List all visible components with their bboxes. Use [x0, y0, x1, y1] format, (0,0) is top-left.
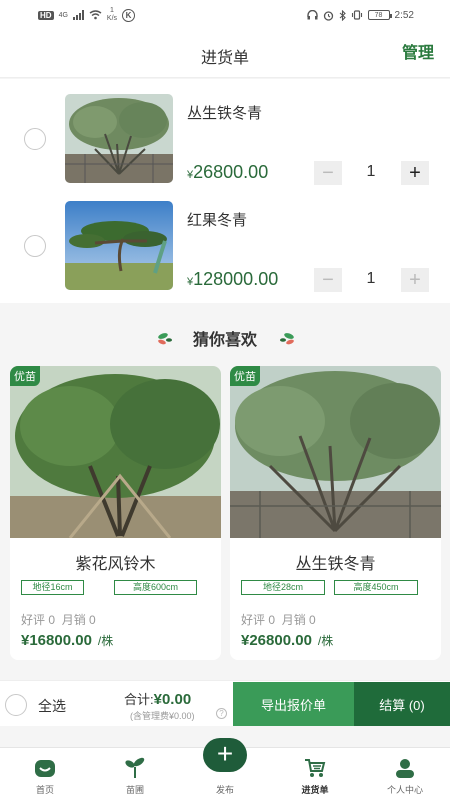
product-name: 紫花风铃木 — [75, 556, 156, 573]
vibrate-icon — [351, 10, 362, 20]
price-unit: /株 — [317, 634, 334, 648]
hd-badge: HD — [38, 10, 54, 20]
sprout-icon — [125, 757, 145, 778]
headphone-icon — [306, 10, 318, 20]
product-photo[interactable] — [10, 366, 221, 539]
review-stats: 好评 0 月销 0 — [21, 611, 96, 628]
spec-tag-diameter: 地径16cm — [21, 580, 84, 595]
wifi-icon — [89, 10, 102, 20]
price-value: 128000.00 — [193, 269, 279, 289]
decrease-quantity-button[interactable]: − — [314, 268, 342, 292]
publish-button[interactable]: + — [203, 738, 247, 772]
price-value: ¥16800.00 — [21, 632, 92, 649]
price-value: ¥26800.00 — [241, 632, 312, 649]
product-name: 丛生铁冬青 — [187, 105, 263, 122]
quantity-value[interactable]: 1 — [356, 270, 386, 288]
status-bar: HD 4G 1 K/s K 78 2:52 — [0, 0, 450, 30]
increase-quantity-button[interactable]: + — [401, 161, 429, 185]
item-checkbox[interactable] — [24, 235, 46, 257]
product-thumbnail[interactable] — [65, 94, 173, 183]
recommend-title: 猜你喜欢 — [192, 332, 257, 349]
card-price: ¥26800.00/株 — [241, 632, 333, 649]
network-gen-label: 4G — [58, 11, 68, 19]
product-name: 丛生铁冬青 — [295, 556, 376, 573]
alarm-icon — [323, 10, 333, 21]
increase-quantity-button[interactable]: + — [401, 268, 429, 292]
checkout-bar: 全选 合计:¥0.00 (含管理费¥0.00) ? 导出报价单 结算 (0) — [0, 680, 450, 726]
price-unit: /株 — [97, 634, 114, 648]
total-amount: 合计:¥0.00 — [124, 689, 191, 708]
item-checkbox[interactable] — [24, 128, 46, 150]
cart-item: 红果冬青 ¥128000.00 − 1 + — [0, 201, 450, 301]
management-fee-note: (含管理费¥0.00) — [130, 711, 195, 721]
leaf-decoration-icon — [280, 333, 294, 345]
tab-home[interactable]: 首页 — [0, 748, 90, 800]
checkout-button[interactable]: 结算 (0) — [354, 682, 450, 726]
total-label: 合计: — [124, 692, 154, 707]
k-app-icon: K — [122, 8, 136, 22]
tab-label: 进货单 — [301, 785, 329, 795]
card-price: ¥16800.00/株 — [21, 632, 113, 649]
user-icon — [396, 759, 414, 778]
quality-badge: 优苗 — [230, 366, 260, 386]
page-title: 进货单 — [200, 50, 249, 67]
recommend-card[interactable]: 优苗 丛生铁冬青 地径28cm 高度450cm 好评 0 月销 0 ¥26800… — [230, 366, 441, 660]
monthly-sales: 月销 0 — [61, 613, 96, 627]
page-header: 进货单 管理 — [0, 30, 450, 78]
tab-label: 苗圃 — [125, 785, 144, 795]
signal-icon — [72, 10, 84, 20]
cart-list: 丛生铁冬青 ¥26800.00 − 1 + 红果冬青 ¥128000.00 − … — [0, 79, 450, 303]
product-name: 红果冬青 — [187, 212, 248, 229]
info-icon[interactable]: ? — [216, 708, 227, 719]
product-photo[interactable] — [230, 366, 441, 538]
status-left: HD 4G 1 K/s K — [38, 7, 136, 23]
review-stats: 好评 0 月销 0 — [241, 611, 316, 628]
battery-icon: 78 — [367, 10, 392, 20]
export-quote-button[interactable]: 导出报价单 — [233, 682, 354, 726]
product-thumbnail[interactable] — [65, 201, 173, 290]
cart-item: 丛生铁冬青 ¥26800.00 − 1 + — [0, 94, 450, 194]
cart-icon — [305, 759, 326, 777]
spec-tag-height: 高度450cm — [334, 580, 418, 595]
review-count: 好评 0 — [241, 613, 276, 627]
network-speed: 1 K/s — [106, 7, 118, 22]
tab-profile[interactable]: 个人中心 — [360, 748, 450, 800]
manage-button[interactable]: 管理 — [402, 39, 434, 63]
review-count: 好评 0 — [21, 613, 56, 627]
recommend-card[interactable]: 优苗 紫花风铃木 地径16cm 高度600cm 好评 0 月销 0 ¥16800… — [10, 366, 221, 660]
select-all-label[interactable]: 全选 — [38, 696, 66, 716]
quality-badge: 优苗 — [10, 366, 40, 386]
bluetooth-icon — [339, 9, 346, 21]
home-icon — [35, 760, 55, 777]
quantity-value[interactable]: 1 — [356, 163, 386, 181]
select-all-checkbox[interactable] — [5, 694, 27, 716]
monthly-sales: 月销 0 — [281, 613, 316, 627]
spec-tag-height: 高度600cm — [114, 580, 197, 595]
product-price: ¥128000.00 — [187, 269, 278, 290]
tab-label: 个人中心 — [386, 785, 423, 795]
decrease-quantity-button[interactable]: − — [314, 161, 342, 185]
product-price: ¥26800.00 — [187, 162, 268, 183]
tab-label: 发布 — [215, 785, 234, 795]
spec-tag-diameter: 地径28cm — [241, 580, 325, 595]
tab-nursery[interactable]: 苗圃 — [90, 748, 180, 800]
price-value: 26800.00 — [193, 162, 269, 182]
tab-cart[interactable]: 进货单 — [270, 748, 360, 800]
status-right: 78 2:52 — [306, 9, 414, 21]
total-value: ¥0.00 — [153, 691, 192, 708]
clock: 2:52 — [394, 9, 414, 21]
tab-label: 首页 — [35, 785, 54, 795]
